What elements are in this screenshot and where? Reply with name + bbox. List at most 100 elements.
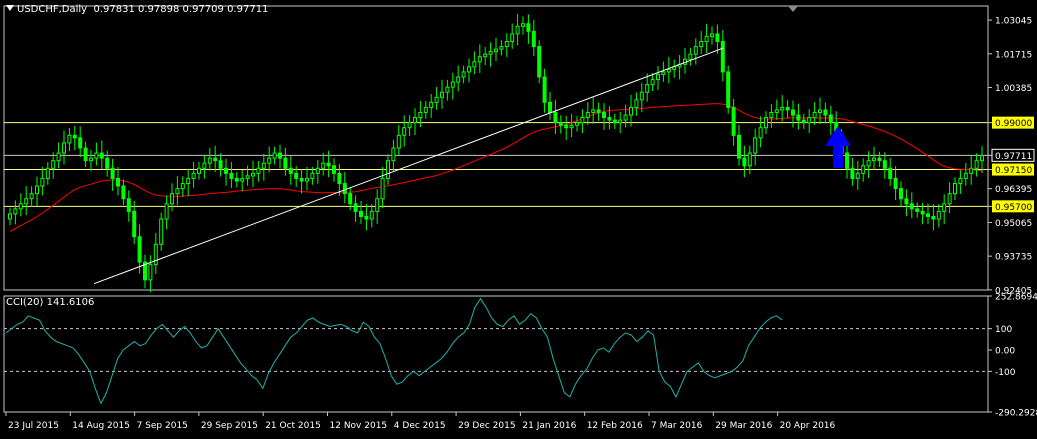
candle-body [915,208,920,212]
price-tick-label: 0.95065 [995,219,1032,229]
date-tick-label: 29 Sep 2015 [201,421,258,431]
candle-body [666,68,671,73]
candle-body [731,106,736,136]
candle-body [116,177,120,187]
candle-body [607,117,612,121]
candle-body [283,157,288,169]
triangle-down-icon[interactable] [6,5,14,11]
price-tick-label: 1.03045 [995,17,1032,27]
candle-body [861,165,866,174]
candle-body [461,71,466,78]
candle-body [969,167,974,174]
chart-window[interactable]: 1.03045 1.01715 1.00385 0.99000 0.97711 0.971… [0,0,1037,439]
candle-body [234,177,239,182]
candle-body [720,41,725,73]
candle-body [67,134,72,144]
candle-body [99,152,104,159]
candle-body [564,124,569,129]
candle-body [450,81,455,88]
ohlc-values: 0.97831 0.97898 0.97709 0.97711 [93,4,269,15]
candle-body [737,134,741,159]
price-tick-label: 0.99000 [995,119,1032,129]
candle-body [224,167,228,174]
date-tick-label: 20 Apr 2016 [780,421,836,431]
candle-body [494,48,498,53]
candle-body [45,167,50,179]
candle-body [369,210,374,220]
candle-body [650,79,655,86]
candle-body [29,193,34,200]
candle-body [537,46,542,78]
candle-body [251,172,255,177]
candle-body [585,112,590,119]
candle-body [947,193,952,205]
candle-body [974,160,979,169]
candle-body [548,101,552,113]
candle-body [521,23,525,27]
date-tick-label: 7 Sep 2015 [137,421,188,431]
candle-body [467,66,471,73]
candle-body [510,33,515,42]
candle-body [699,41,704,48]
candle-body [213,157,218,162]
candle-body [575,122,579,126]
candle-body [342,183,347,195]
trendline[interactable] [93,47,725,285]
candle-body [315,167,320,174]
candle-body [812,112,817,119]
candle-body [202,162,207,169]
scroll-marker-icon[interactable] [788,6,798,12]
candle-body [445,86,450,93]
candle-body [105,157,110,169]
candle-body [278,152,282,159]
candle-body [245,175,250,179]
candle-body [801,119,806,124]
date-tick-label: 12 Feb 2016 [587,421,643,431]
date-tick-label: 14 Aug 2015 [72,421,130,431]
candle-body [175,188,180,195]
candle-body [753,137,758,154]
candle-body [942,203,947,212]
candle-body [375,198,380,212]
candle-body [963,172,968,179]
candle-body [542,76,547,103]
candle-body [866,160,871,167]
candle-body [634,99,639,108]
candle-body [164,203,169,220]
cci-tick-label: 252.8694 [995,293,1037,303]
candle-body [305,177,309,182]
date-tick-label: 4 Dec 2015 [394,421,446,431]
candle-body [256,167,261,174]
cci-tick-label: -100 [995,368,1016,378]
candle-body [758,127,763,139]
candle-body [796,114,801,121]
candle-body [272,152,277,159]
candle-body [855,172,860,179]
candle-body [845,152,849,169]
candle-body [499,46,504,50]
cci-indicator-title: CCI(20) 141.6106 [6,297,94,309]
candle-body [596,109,601,114]
candle-body [229,172,234,179]
candle-body [580,117,585,124]
candle-body [656,73,660,81]
candle-body [483,53,488,58]
price-tick-label: 0.96395 [995,185,1032,195]
candle-body [877,157,882,162]
candle-body [477,56,482,63]
candle-body [402,127,407,136]
candle-body [380,177,385,200]
candle-body [785,106,790,111]
candle-body [645,84,650,93]
cci-pane-frame [3,295,989,413]
candle-body [456,76,461,83]
candle-body [180,183,185,190]
chart-canvas[interactable]: 1.03045 1.01715 1.00385 0.99000 0.97711 0.971… [0,0,1037,439]
candle-body [94,152,99,159]
candle-body [413,117,417,124]
chart-title: USDCHF,Daily 0.97831 0.97898 0.97709 0.9… [6,4,268,16]
candle-body [299,177,304,182]
candle-body [396,134,401,149]
candle-body [348,193,353,205]
cci-current-value: 141.6106 [46,297,95,308]
